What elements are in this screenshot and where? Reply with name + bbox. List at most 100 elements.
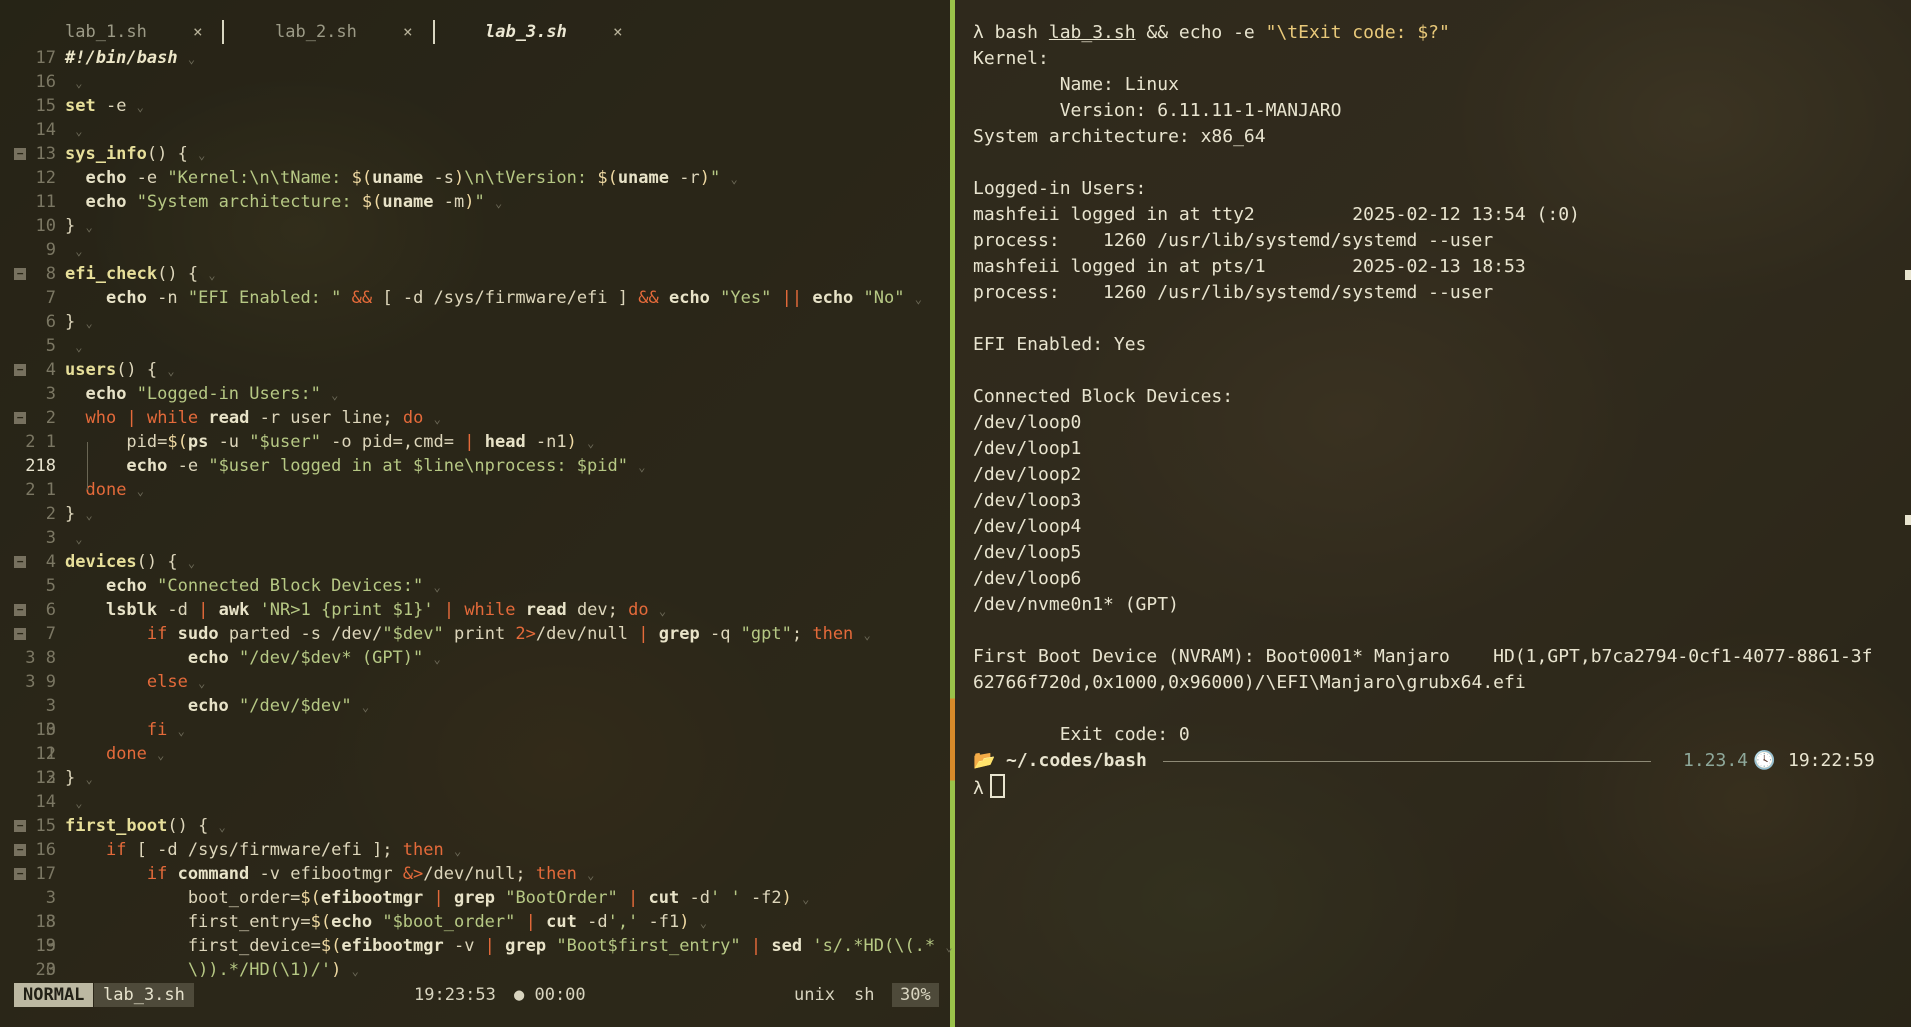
code-text[interactable]: sys_info() { ⌄ (65, 142, 205, 167)
line-number: 14 (35, 792, 56, 812)
code-text[interactable]: first_entry=$(echo "$boot_order" | cut -… (65, 910, 707, 935)
code-line[interactable]: 2 1 done ⌄ (0, 478, 950, 502)
code-text[interactable]: #!/bin/bash ⌄ (65, 46, 195, 71)
code-text[interactable]: first_device=$(efibootmgr -v | grep "Boo… (65, 934, 953, 959)
code-text[interactable]: echo "/dev/$dev" ⌄ (65, 694, 369, 719)
code-line[interactable]: 10} ⌄ (0, 214, 950, 238)
tab-lab-2[interactable]: lab_2.sh (275, 22, 357, 42)
line-number: 2 (45, 504, 56, 524)
code-text[interactable]: } ⌄ (65, 766, 93, 791)
code-text[interactable]: \)).*/HD(\1)/') ⌄ (65, 958, 359, 983)
code-line[interactable]: −2 who | while read -r user line; do ⌄ (0, 406, 950, 430)
code-line[interactable]: 9 ⌄ (0, 238, 950, 262)
code-line[interactable]: −4 users() { ⌄ (0, 358, 950, 382)
code-line[interactable]: 7 echo -n "EFI Enabled: " && [ -d /sys/f… (0, 286, 950, 310)
code-line[interactable]: 2 1 pid=$(ps -u "$user" -o pid=,cmd= | h… (0, 430, 950, 454)
code-text[interactable]: ⌄ (65, 70, 82, 95)
code-text[interactable]: echo -n "EFI Enabled: " && [ -d /sys/fir… (65, 286, 922, 311)
code-line[interactable]: 3 18 boot_order=$(efibootmgr | grep "Boo… (0, 886, 950, 932)
code-line[interactable]: −15 first_boot() { ⌄ (0, 814, 950, 838)
code-line[interactable]: −13 sys_info() { ⌄ (0, 142, 950, 166)
code-line[interactable]: 3 10 echo "/dev/$dev" ⌄ (0, 694, 950, 740)
code-line[interactable]: 5 ⌄ (0, 334, 950, 358)
code-text[interactable]: who | while read -r user line; do ⌄ (65, 406, 440, 431)
code-line[interactable]: 15 set -e ⌄ (0, 94, 950, 118)
code-line[interactable]: 13 } ⌄ (0, 766, 950, 790)
code-line[interactable]: 5 echo "Connected Block Devices:" ⌄ (0, 574, 950, 598)
terminal-pane[interactable] (955, 0, 1911, 1027)
code-text[interactable]: if command -v efibootmgr &>/dev/null; th… (65, 862, 594, 887)
prompt-symbol: λ (973, 778, 984, 799)
code-text[interactable]: done ⌄ (65, 478, 143, 503)
code-line[interactable]: −6 lsblk -d | awk 'NR>1 {print $1}' | wh… (0, 598, 950, 622)
code-text[interactable]: efi_check() { ⌄ (65, 262, 216, 287)
code-line[interactable]: 3 11 fi ⌄ (0, 718, 950, 764)
code-text[interactable]: } ⌄ (65, 310, 93, 335)
code-text[interactable]: pid=$(ps -u "$user" -o pid=,cmd= | head … (65, 430, 594, 455)
pane-divider[interactable] (950, 0, 955, 1027)
code-text[interactable]: echo "System architecture: $(uname -m)" … (65, 190, 502, 215)
terminal-line: /dev/loop4 (973, 516, 1082, 537)
code-text[interactable]: lsblk -d | awk 'NR>1 {print $1}' | while… (65, 598, 666, 623)
code-text[interactable]: echo "/dev/$dev* (GPT)" ⌄ (65, 646, 441, 671)
code-text[interactable]: ⌄ (65, 526, 82, 551)
close-icon[interactable]: × (403, 22, 413, 41)
code-line[interactable]: 3 echo "Logged-in Users:" ⌄ (0, 382, 950, 406)
code-line[interactable]: 218 echo -e "$user logged in at $line\np… (0, 454, 950, 478)
tab-lab-1[interactable]: lab_1.sh (65, 22, 147, 42)
code-line[interactable]: −16 if [ -d /sys/firmware/efi ]; then ⌄ (0, 838, 950, 862)
code-line[interactable]: 16 ⌄ (0, 70, 950, 94)
code-line[interactable]: −17 if command -v efibootmgr &>/dev/null… (0, 862, 950, 886)
prompt-rule (1163, 761, 1651, 762)
code-text[interactable]: fi ⌄ (65, 718, 185, 743)
indent-guide (87, 466, 88, 490)
line-number: 3 (45, 384, 56, 404)
code-text[interactable]: done ⌄ (65, 742, 164, 767)
code-text[interactable]: echo "Connected Block Devices:" ⌄ (65, 574, 441, 599)
code-line[interactable]: −7 if sudo parted -s /dev/"$dev" print 2… (0, 622, 950, 646)
code-line[interactable]: 6} ⌄ (0, 310, 950, 334)
status-fileformat: unix (794, 985, 835, 1005)
line-number: 6 (45, 600, 56, 620)
close-icon[interactable]: × (613, 22, 623, 41)
code-text[interactable]: echo -e "Kernel:\n\tName: $(uname -s)\n\… (65, 166, 737, 191)
code-line[interactable]: 14 ⌄ (0, 790, 950, 814)
code-line[interactable]: 3 8 echo "/dev/$dev* (GPT)" ⌄ (0, 646, 950, 670)
code-text[interactable]: if [ -d /sys/firmware/efi ]; then ⌄ (65, 838, 461, 863)
code-line[interactable]: 12 echo -e "Kernel:\n\tName: $(uname -s)… (0, 166, 950, 190)
code-line[interactable]: −8 efi_check() { ⌄ (0, 262, 950, 286)
code-line[interactable]: 3 ⌄ (0, 526, 950, 550)
prompt-input-line[interactable]: λ (973, 774, 1005, 802)
code-text[interactable]: first_boot() { ⌄ (65, 814, 226, 839)
code-line[interactable]: 3 9 else ⌄ (0, 670, 950, 694)
code-text[interactable]: ⌄ (65, 238, 82, 263)
code-text[interactable]: ⌄ (65, 790, 82, 815)
code-text[interactable]: devices() { ⌄ (65, 550, 195, 575)
code-text[interactable]: echo "Logged-in Users:" ⌄ (65, 382, 338, 407)
code-line[interactable]: 3 20 first_device=$(efibootmgr -v | grep… (0, 934, 953, 980)
code-text[interactable]: ⌄ (65, 334, 82, 359)
code-text[interactable]: } ⌄ (65, 214, 93, 239)
code-text[interactable]: } ⌄ (65, 502, 93, 527)
code-line[interactable]: 11 echo "System architecture: $(uname -m… (0, 190, 950, 214)
code-line[interactable]: 2 } ⌄ (0, 502, 950, 526)
line-number: 13 (35, 768, 56, 788)
code-line[interactable]: −4 devices() { ⌄ (0, 550, 950, 574)
code-line[interactable]: 17 #!/bin/bash ⌄ (0, 46, 950, 70)
code-text[interactable]: echo -e "$user logged in at $line\nproce… (65, 454, 645, 479)
code-line[interactable]: 3 19 first_entry=$(echo "$boot_order" | … (0, 910, 950, 956)
code-text[interactable]: if sudo parted -s /dev/"$dev" print 2>/d… (65, 622, 871, 647)
mode-indicator: NORMAL (14, 983, 94, 1007)
terminal-cursor[interactable] (989, 774, 1005, 798)
code-text[interactable]: boot_order=$(efibootmgr | grep "BootOrde… (65, 886, 810, 911)
code-text[interactable]: set -e ⌄ (65, 94, 144, 119)
tab-lab-3[interactable]: lab_3.sh (485, 22, 567, 42)
code-line[interactable]: 2 12 done ⌄ (0, 742, 950, 788)
code-text[interactable]: ⌄ (65, 118, 82, 143)
code-line[interactable]: 14 ⌄ (0, 118, 950, 142)
close-icon[interactable]: × (193, 22, 203, 41)
code-text[interactable]: else ⌄ (65, 670, 205, 695)
code-text[interactable]: users() { ⌄ (65, 358, 175, 383)
code-line[interactable]: 3 \)).*/HD(\1)/') ⌄ (0, 958, 950, 982)
terminal-line: mashfeii logged in at tty2 2025-02-12 13… (973, 204, 1580, 225)
